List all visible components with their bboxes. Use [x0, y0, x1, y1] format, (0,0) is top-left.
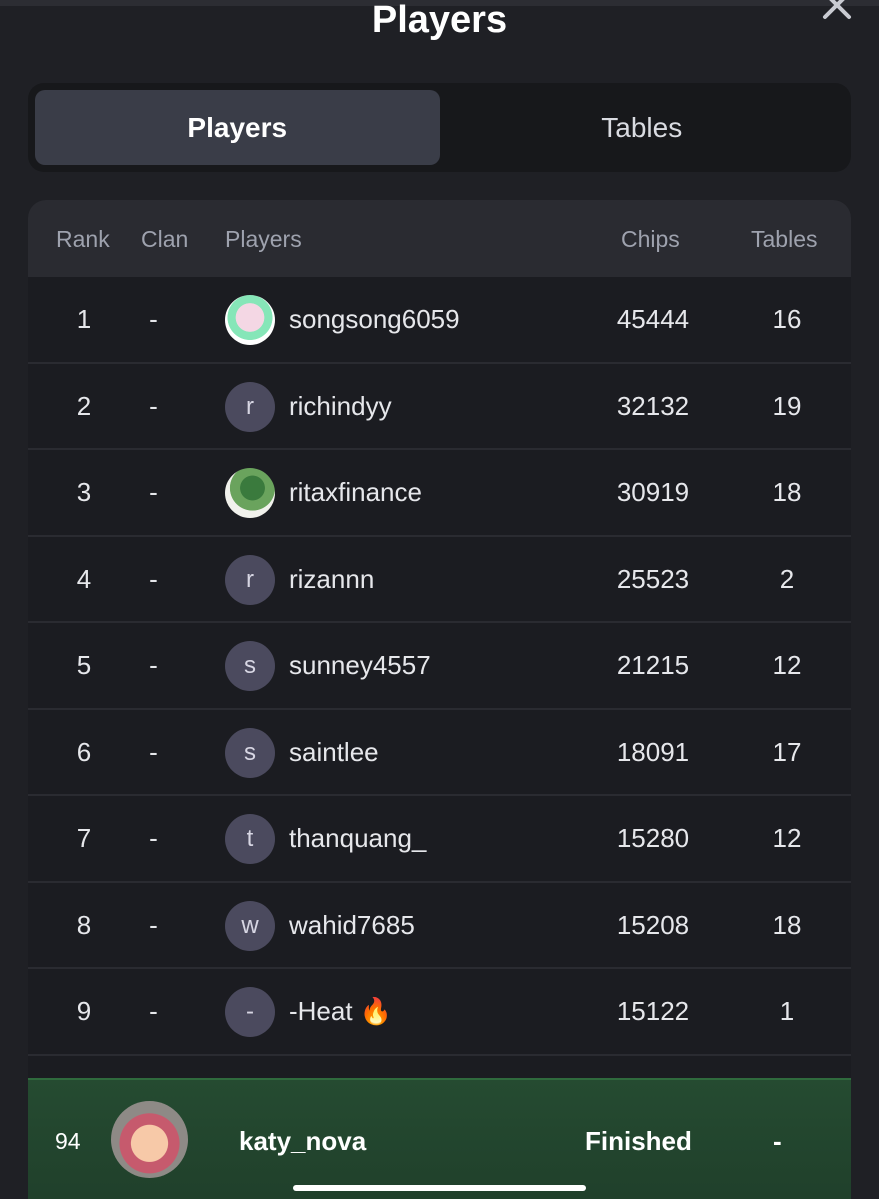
avatar: s [225, 641, 275, 691]
row-chips: 30919 [616, 477, 690, 507]
avatar: t [225, 814, 275, 864]
table-row[interactable]: 2 - r richindyy 32132 19 [28, 364, 851, 450]
row-rank: 8 [76, 909, 92, 940]
avatar: r [225, 381, 275, 432]
row-tables: 1 [779, 996, 795, 1026]
row-clan: - [149, 650, 158, 680]
row-player-name: songsong6059 [289, 304, 460, 334]
leaderboard-table: Rank Clan Players Chips Tables 1 - songs… [28, 200, 851, 1199]
row-chips: 32132 [616, 390, 690, 421]
row-tables: 18 [772, 909, 802, 940]
tab-switcher: Players Tables [28, 83, 851, 172]
table-row[interactable]: 1 - songsong6059 45444 16 [28, 277, 851, 364]
column-header-tables: Tables [751, 226, 818, 252]
avatar [225, 468, 275, 518]
row-chips: 21215 [616, 650, 690, 680]
table-row[interactable]: 6 - s saintlee 18091 17 [28, 710, 851, 796]
row-chips: 15122 [616, 996, 690, 1026]
row-clan: - [149, 736, 158, 767]
tab-players[interactable]: Players [35, 90, 440, 165]
column-header-players: Players [225, 226, 302, 252]
row-rank: 4 [76, 563, 92, 594]
row-tables: 17 [772, 736, 802, 767]
row-player-name: thanquang_ [289, 823, 427, 853]
avatar [225, 295, 275, 345]
row-clan: - [149, 823, 158, 853]
column-header-rank: Rank [56, 226, 110, 252]
current-user-rank: 94 [55, 1128, 81, 1154]
avatar: s [225, 727, 275, 778]
row-tables: 12 [772, 650, 802, 680]
column-header-clan: Clan [141, 226, 189, 252]
row-rank: 5 [76, 650, 92, 680]
row-player-name: saintlee [289, 736, 379, 767]
table-row[interactable]: 4 - r rizannn 25523 2 [28, 537, 851, 623]
avatar [111, 1101, 188, 1178]
row-player-name: richindyy [289, 390, 392, 421]
current-user-tables: - [773, 1126, 782, 1156]
row-chips: 45444 [616, 304, 690, 334]
row-player-name: -Heat 🔥 [289, 996, 393, 1026]
row-rank: 3 [76, 477, 92, 507]
row-player-name: ritaxfinance [289, 477, 422, 507]
leaderboard-screen: Players Players Tables Rank Clan Players… [0, 0, 879, 1199]
row-rank: 2 [76, 390, 92, 421]
table-row[interactable]: 3 - ritaxfinance 30919 18 [28, 450, 851, 537]
row-clan: - [149, 477, 158, 507]
row-clan: - [149, 390, 158, 421]
row-tables: 16 [772, 304, 802, 334]
current-user-name: katy_nova [239, 1126, 367, 1156]
tab-tables[interactable]: Tables [440, 90, 845, 165]
row-chips: 18091 [616, 736, 690, 767]
row-clan: - [149, 996, 158, 1026]
row-clan: - [149, 909, 158, 940]
row-player-name: wahid7685 [289, 909, 415, 940]
row-chips: 25523 [616, 563, 690, 594]
row-clan: - [149, 563, 158, 594]
row-clan: - [149, 304, 158, 334]
row-rank: 6 [76, 736, 92, 767]
row-player-name: sunney4557 [289, 650, 431, 680]
avatar: r [225, 554, 275, 605]
table-row[interactable]: 5 - s sunney4557 21215 12 [28, 623, 851, 710]
avatar: w [225, 900, 275, 951]
row-tables: 19 [772, 390, 802, 421]
close-icon[interactable] [818, 0, 856, 24]
table-row[interactable]: 8 - w wahid7685 15208 18 [28, 883, 851, 969]
row-rank: 9 [76, 996, 92, 1026]
home-indicator[interactable] [293, 1185, 586, 1191]
row-tables: 12 [772, 823, 802, 853]
page-title: Players [371, 0, 508, 41]
column-header-chips: Chips [621, 226, 680, 252]
avatar: - [225, 987, 275, 1037]
row-rank: 1 [76, 304, 92, 334]
table-row[interactable]: 9 - - -Heat 🔥 15122 1 [28, 969, 851, 1056]
current-user-row[interactable]: 94 katy_nova Finished - [28, 1078, 851, 1199]
current-user-status: Finished [585, 1126, 692, 1156]
table-row[interactable]: 7 - t thanquang_ 15280 12 [28, 796, 851, 883]
row-tables: 18 [772, 477, 802, 507]
table-header: Rank Clan Players Chips Tables [28, 200, 851, 277]
row-rank: 7 [76, 823, 92, 853]
row-tables: 2 [779, 563, 795, 594]
row-chips: 15208 [616, 909, 690, 940]
row-player-name: rizannn [289, 563, 375, 594]
row-chips: 15280 [616, 823, 690, 853]
